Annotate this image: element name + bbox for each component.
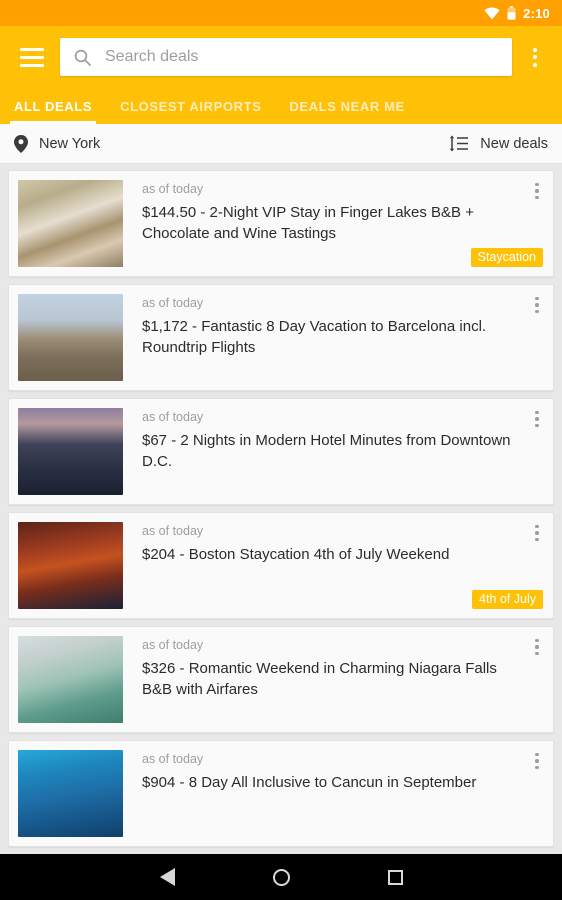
deal-title: $204 - Boston Staycation 4th of July Wee… (142, 546, 450, 563)
android-nav-bar (0, 854, 562, 900)
search-placeholder: Search deals (105, 48, 199, 65)
us-capitol-photo (18, 408, 123, 495)
deal-title: $67 - 2 Nights in Modern Hotel Minutes f… (142, 432, 511, 470)
location-selector[interactable]: New York (14, 134, 101, 153)
sort-label: New deals (480, 135, 548, 152)
deal-card[interactable]: as of today $67 - 2 Nights in Modern Hote… (8, 398, 554, 505)
deal-card[interactable]: as of today $1,172 - Fantastic 8 Day Vaca… (8, 284, 554, 391)
recents-square-icon[interactable] (378, 860, 412, 894)
location-sort-bar: New York New deals (0, 124, 562, 164)
deal-card[interactable]: as of today $326 - Romantic Weekend in Ch… (8, 626, 554, 733)
back-triangle-icon[interactable] (150, 860, 184, 894)
deal-overflow-menu-icon[interactable] (526, 292, 548, 318)
deal-card[interactable]: as of today $904 - 8 Day All Inclusive to… (8, 740, 554, 847)
overflow-menu-icon[interactable] (518, 35, 552, 79)
status-bar-clock: 2:10 (523, 5, 550, 21)
niagara-falls-photo (18, 636, 123, 723)
sort-icon (450, 135, 469, 152)
app-bar: Search deals ALL DEALS CLOSEST AIRPORTS … (0, 26, 562, 124)
tab-deals-near-me[interactable]: DEALS NEAR ME (289, 99, 416, 124)
deal-card[interactable]: as of today $144.50 - 2-Night VIP Stay in… (8, 170, 554, 277)
deal-title: $1,172 - Fantastic 8 Day Vacation to Bar… (142, 318, 487, 356)
deal-overflow-menu-icon[interactable] (526, 520, 548, 546)
deal-title: $144.50 - 2-Night VIP Stay in Finger Lak… (142, 204, 474, 242)
app-bar-top-row: Search deals (0, 26, 562, 88)
bedroom-photo (18, 180, 123, 267)
deal-timestamp: as of today (142, 296, 204, 310)
deal-timestamp: as of today (142, 752, 204, 766)
tab-closest-airports[interactable]: CLOSEST AIRPORTS (120, 99, 273, 124)
location-pin-icon (14, 134, 28, 153)
deal-card-body: as of today $326 - Romantic Weekend in Ch… (123, 636, 543, 723)
deal-timestamp: as of today (142, 638, 204, 652)
deal-timestamp: as of today (142, 410, 204, 424)
deal-card-body: as of today $144.50 - 2-Night VIP Stay in… (123, 180, 543, 267)
tab-all-deals[interactable]: ALL DEALS (9, 99, 104, 124)
deal-timestamp: as of today (142, 182, 204, 196)
status-bar: 2:10 (0, 0, 562, 26)
fireworks-flag-photo (18, 522, 123, 609)
deal-timestamp: as of today (142, 524, 204, 538)
deal-card-body: as of today $1,172 - Fantastic 8 Day Vaca… (123, 294, 543, 381)
deal-badge: 4th of July (472, 590, 543, 609)
battery-icon (507, 6, 516, 20)
deal-card-body: as of today $904 - 8 Day All Inclusive to… (123, 750, 543, 837)
deal-badge: Staycation (470, 248, 543, 267)
deal-list[interactable]: as of today $144.50 - 2-Night VIP Stay in… (0, 164, 562, 854)
home-circle-icon[interactable] (264, 860, 298, 894)
sort-selector[interactable]: New deals (449, 135, 548, 152)
location-label: New York (39, 135, 101, 152)
deal-overflow-menu-icon[interactable] (526, 634, 548, 660)
deal-card-body: as of today $67 - 2 Nights in Modern Hote… (123, 408, 543, 495)
search-icon (74, 49, 91, 66)
deal-title: $904 - 8 Day All Inclusive to Cancun in … (142, 774, 477, 791)
app-root: 2:10 Search deals ALL DEALS CLOSEST AIRP… (0, 0, 562, 900)
deal-overflow-menu-icon[interactable] (526, 406, 548, 432)
search-input[interactable]: Search deals (60, 38, 512, 76)
deal-title: $326 - Romantic Weekend in Charming Niag… (142, 660, 497, 698)
wifi-icon (484, 6, 500, 20)
deal-card[interactable]: as of today $204 - Boston Staycation 4th … (8, 512, 554, 619)
hamburger-menu-icon[interactable] (12, 37, 52, 77)
snorkeling-reef-photo (18, 750, 123, 837)
deal-card-body: as of today $204 - Boston Staycation 4th … (123, 522, 543, 609)
deal-overflow-menu-icon[interactable] (526, 748, 548, 774)
sagrada-familia-photo (18, 294, 123, 381)
tab-bar: ALL DEALS CLOSEST AIRPORTS DEALS NEAR ME (0, 88, 562, 124)
deal-overflow-menu-icon[interactable] (526, 178, 548, 204)
